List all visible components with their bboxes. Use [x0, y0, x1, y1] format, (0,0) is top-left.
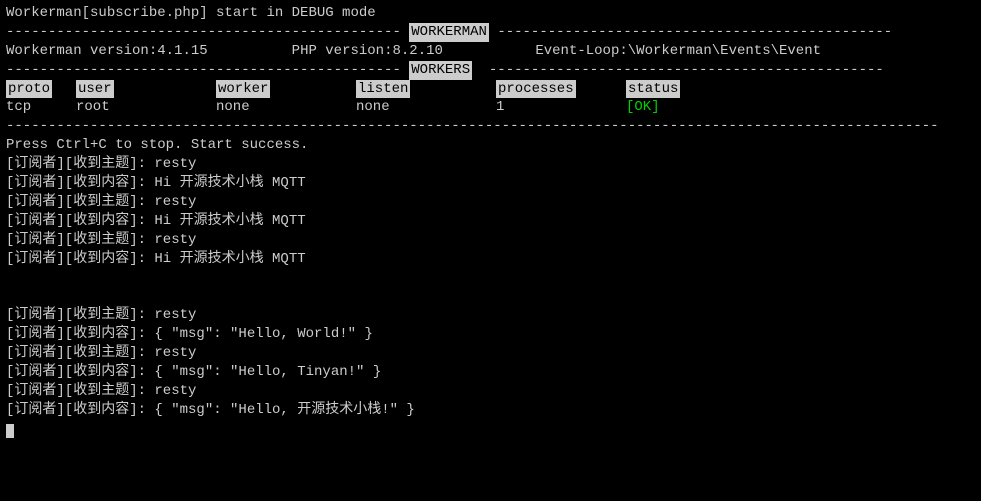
log-line: [订阅者][收到内容]: Hi 开源技术小栈 MQTT — [6, 250, 975, 269]
col-user-header: user — [76, 80, 114, 99]
col-status-header: status — [626, 80, 680, 99]
wm-version-label: Workerman version: — [6, 43, 157, 59]
log-line: [订阅者][收到内容]: { "msg": "Hello, 开源技术小栈!" } — [6, 401, 975, 420]
press-line: Press Ctrl+C to stop. Start success. — [6, 136, 975, 155]
workers-data-row: tcp root none none 1 [OK] — [6, 98, 975, 117]
cursor-line — [6, 420, 975, 439]
log-line: [订阅者][收到内容]: Hi 开源技术小栈 MQTT — [6, 212, 975, 231]
col-processes-header: processes — [496, 80, 576, 99]
cursor-icon — [6, 424, 14, 438]
cell-worker: none — [216, 98, 356, 117]
divider-bottom: ----------------------------------------… — [6, 117, 975, 136]
version-line: Workerman version:4.1.15 PHP version:8.2… — [6, 42, 975, 61]
blank-line — [6, 268, 975, 287]
php-version-label: PHP version: — [292, 43, 393, 59]
col-worker-header: worker — [216, 80, 270, 99]
event-loop-value: \Workerman\Events\Event — [628, 43, 821, 59]
dash-right: ----------------------------------------… — [497, 23, 900, 42]
dash-left: ----------------------------------------… — [6, 61, 401, 80]
log-line: [订阅者][收到主题]: resty — [6, 344, 975, 363]
start-line: Workerman[subscribe.php] start in DEBUG … — [6, 4, 975, 23]
divider-workers: ----------------------------------------… — [6, 61, 975, 80]
dash-left: ----------------------------------------… — [6, 23, 401, 42]
cell-listen: none — [356, 98, 496, 117]
log-line: [订阅者][收到主题]: resty — [6, 382, 975, 401]
log-line: [订阅者][收到主题]: resty — [6, 155, 975, 174]
cell-processes: 1 — [496, 98, 626, 117]
col-listen-header: listen — [356, 80, 410, 99]
banner-workers: WORKERS — [409, 61, 472, 80]
cell-proto: tcp — [6, 98, 76, 117]
php-version: 8.2.10 — [393, 43, 443, 59]
log-line: [订阅者][收到内容]: { "msg": "Hello, World!" } — [6, 325, 975, 344]
dash-right: ----------------------------------------… — [489, 61, 892, 80]
wm-version: 4.1.15 — [157, 43, 207, 59]
log-line: [订阅者][收到主题]: resty — [6, 306, 975, 325]
log-line: [订阅者][收到内容]: Hi 开源技术小栈 MQTT — [6, 174, 975, 193]
log-line: [订阅者][收到主题]: resty — [6, 193, 975, 212]
event-loop-label: Event-Loop: — [535, 43, 627, 59]
col-proto-header: proto — [6, 80, 52, 99]
workers-header-row: proto user worker listen processes statu… — [6, 80, 975, 99]
log-line: [订阅者][收到内容]: { "msg": "Hello, Tinyan!" } — [6, 363, 975, 382]
blank-line — [6, 287, 975, 306]
banner-workerman: WORKERMAN — [409, 23, 489, 42]
divider-workerman: ----------------------------------------… — [6, 23, 975, 42]
cell-status: [OK] — [626, 99, 660, 115]
terminal-output: Workerman[subscribe.php] start in DEBUG … — [6, 4, 975, 438]
cell-user: root — [76, 98, 216, 117]
log-line: [订阅者][收到主题]: resty — [6, 231, 975, 250]
